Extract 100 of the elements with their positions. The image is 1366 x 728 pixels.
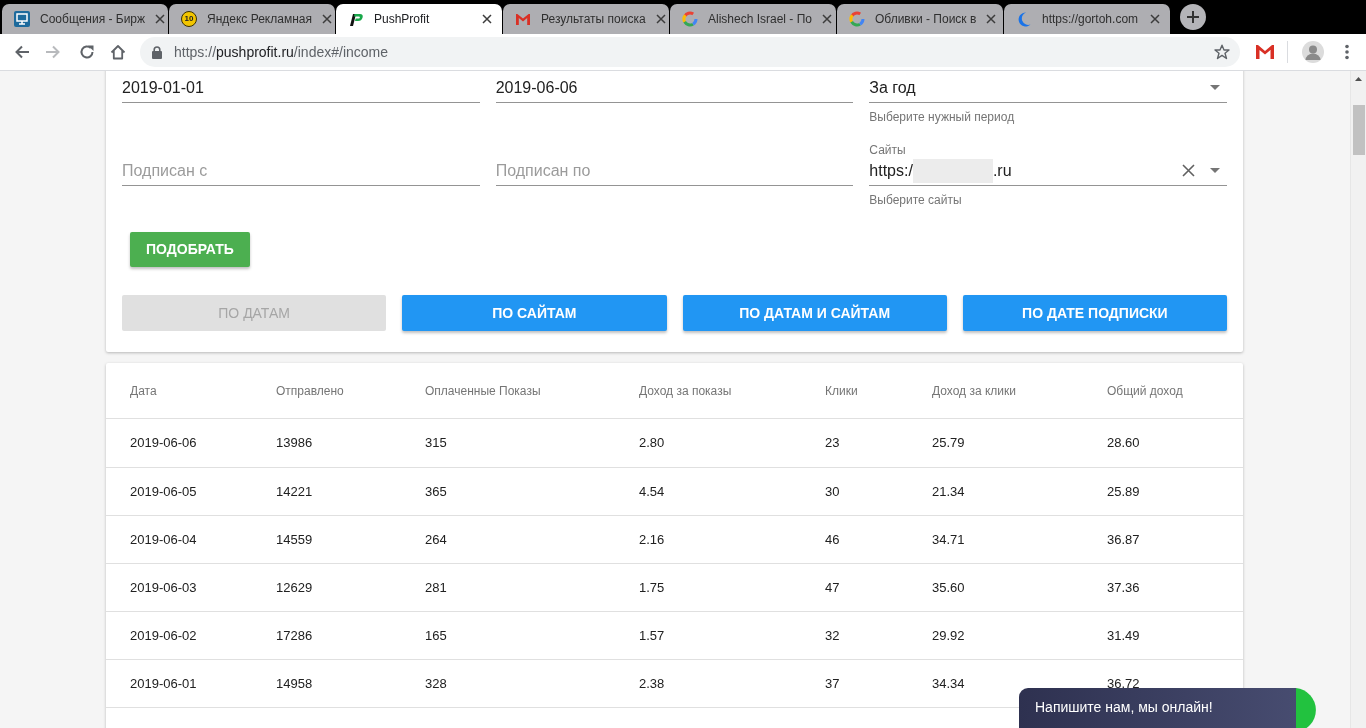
- dropdown-arrow-icon[interactable]: [1210, 85, 1220, 90]
- table-cell-text: 1.75: [639, 578, 666, 597]
- reload-icon[interactable]: [79, 44, 95, 60]
- table-cell-text: 14559: [276, 530, 314, 549]
- input-field[interactable]: Подписан по: [495, 158, 854, 186]
- table-cell-text: 46: [825, 530, 841, 549]
- table-cell-text: 2.38: [639, 674, 666, 693]
- tab-title: Яндекс Рекламная: [207, 11, 312, 28]
- table-cell-text: 328: [425, 674, 448, 693]
- column-header: Оплаченные Показы: [425, 382, 542, 400]
- avatar-icon[interactable]: [1302, 41, 1324, 63]
- chat-widget[interactable]: Напишите нам, мы онлайн!: [1019, 688, 1296, 728]
- table-cell-text: 2019-06-04: [130, 530, 198, 549]
- close-icon[interactable]: [822, 14, 832, 24]
- lock-icon: [152, 45, 162, 59]
- select-field[interactable]: За год: [869, 75, 1227, 103]
- browser-tab[interactable]: Alishech Israel - По: [670, 4, 836, 34]
- close-icon[interactable]: [986, 14, 997, 24]
- select-field[interactable]: https:/ .ru: [869, 158, 1227, 186]
- menu-icon[interactable]: [1345, 44, 1349, 60]
- mail-icon[interactable]: [1256, 45, 1274, 59]
- mail-icon: [515, 11, 531, 27]
- tab-title: PushProfit: [374, 11, 431, 28]
- table-cell-text: 264: [425, 530, 448, 549]
- column-header: Клики: [825, 382, 859, 400]
- table-cell-text: 315: [425, 434, 448, 453]
- tab-title: Alishech Israel - По: [708, 11, 812, 28]
- count-badge: 10: [181, 11, 197, 27]
- scroll-up-icon[interactable]: [1355, 77, 1362, 81]
- tab-title: Обливки - Поиск в: [875, 11, 977, 28]
- column-header: Общий доход: [1107, 382, 1184, 400]
- table-cell-text: 28.60: [1107, 434, 1141, 453]
- table-cell-text: 281: [425, 578, 448, 597]
- browser-tab[interactable]: Обливки - Поиск в: [837, 4, 1003, 34]
- column-header: Отправлено: [276, 382, 345, 400]
- tab-title: Сообщения - Бирж: [40, 11, 146, 28]
- table-cell-text: 165: [425, 626, 448, 645]
- table-cell-text: 2.16: [639, 530, 666, 549]
- browser-tab[interactable]: https://gortoh.com: [1004, 4, 1170, 34]
- table-cell-text: 2019-06-06: [130, 434, 198, 453]
- table-cell-text: 17286: [276, 626, 314, 645]
- table-cell-text: 2019-06-01: [130, 674, 198, 693]
- browser-tab[interactable]: 10 Яндекс Рекламная: [169, 4, 335, 34]
- browser-tab[interactable]: Сообщения - Бирж: [2, 4, 168, 34]
- table-cell-text: 12629: [276, 578, 314, 597]
- close-icon[interactable]: [1150, 14, 1160, 24]
- address-bar[interactable]: https://pushprofit.ru/index#/income: [140, 37, 1240, 67]
- table-cell-text: 25.89: [1107, 482, 1141, 501]
- input-field[interactable]: 2019-01-01: [122, 75, 480, 103]
- table-cell-text: 4.54: [639, 482, 666, 501]
- close-icon[interactable]: [482, 14, 492, 24]
- home-icon[interactable]: [110, 44, 126, 60]
- table-cell-text: 34.71: [932, 530, 966, 549]
- ring-icon: [849, 11, 865, 27]
- field-label: Сайты: [869, 142, 907, 158]
- clear-icon[interactable]: [1182, 164, 1195, 177]
- close-icon[interactable]: [321, 14, 332, 24]
- table-cell-text: 37: [825, 674, 841, 693]
- table-cell-text: 32: [825, 626, 841, 645]
- table-cell-text: 1.57: [639, 626, 666, 645]
- ring-icon: [682, 11, 698, 27]
- table-cell-text: 34.34: [932, 674, 966, 693]
- scrollbar-thumb[interactable]: [1352, 105, 1365, 155]
- indicator-icon: [1296, 688, 1316, 728]
- monitor-icon: [14, 11, 30, 27]
- url-text: https://pushprofit.ru/index#/income: [174, 42, 389, 62]
- table-cell-text: 2019-06-03: [130, 578, 198, 597]
- table-cell-text: 35.60: [932, 578, 966, 597]
- table-cell-text: 2.80: [639, 434, 666, 453]
- table-cell-text: 13986: [276, 434, 314, 453]
- field-hint: Выберите сайты: [869, 192, 963, 208]
- table-cell-text: 23: [825, 434, 841, 453]
- table-cell-text: 2019-06-02: [130, 626, 198, 645]
- table-cell-text: 31.49: [1107, 626, 1141, 645]
- star-icon[interactable]: [1214, 44, 1230, 60]
- close-icon[interactable]: [655, 14, 666, 24]
- table-cell-text: 30: [825, 482, 841, 501]
- back-icon[interactable]: [14, 44, 30, 60]
- table-cell-text: 37.36: [1107, 578, 1141, 597]
- dropdown-arrow-icon[interactable]: [1210, 168, 1220, 173]
- table-cell-text: 365: [425, 482, 448, 501]
- table-cell-text: 14221: [276, 482, 314, 501]
- column-header: Доход за клики: [932, 382, 1017, 400]
- tab-title: https://gortoh.com: [1042, 11, 1140, 28]
- input-field[interactable]: Подписан с: [122, 158, 480, 186]
- new-tab-icon[interactable]: [1180, 4, 1206, 30]
- browser-tab[interactable]: Результаты поиска: [503, 4, 669, 34]
- column-header: Дата: [130, 382, 158, 400]
- table-cell-text: 25.79: [932, 434, 966, 453]
- close-icon[interactable]: [155, 14, 166, 24]
- crescent-icon: [1016, 11, 1032, 27]
- table-cell-text: 29.92: [932, 626, 966, 645]
- table-cell-text: 47: [825, 578, 841, 597]
- table-cell-text: 21.34: [932, 482, 966, 501]
- column-header: Доход за показы: [639, 382, 733, 400]
- field-hint: Выберите нужный период: [869, 109, 1016, 125]
- tab-title: Результаты поиска: [541, 11, 646, 28]
- input-field[interactable]: 2019-06-06: [495, 75, 854, 103]
- logo-icon: [348, 11, 364, 27]
- browser-tab[interactable]: PushProfit: [336, 4, 502, 34]
